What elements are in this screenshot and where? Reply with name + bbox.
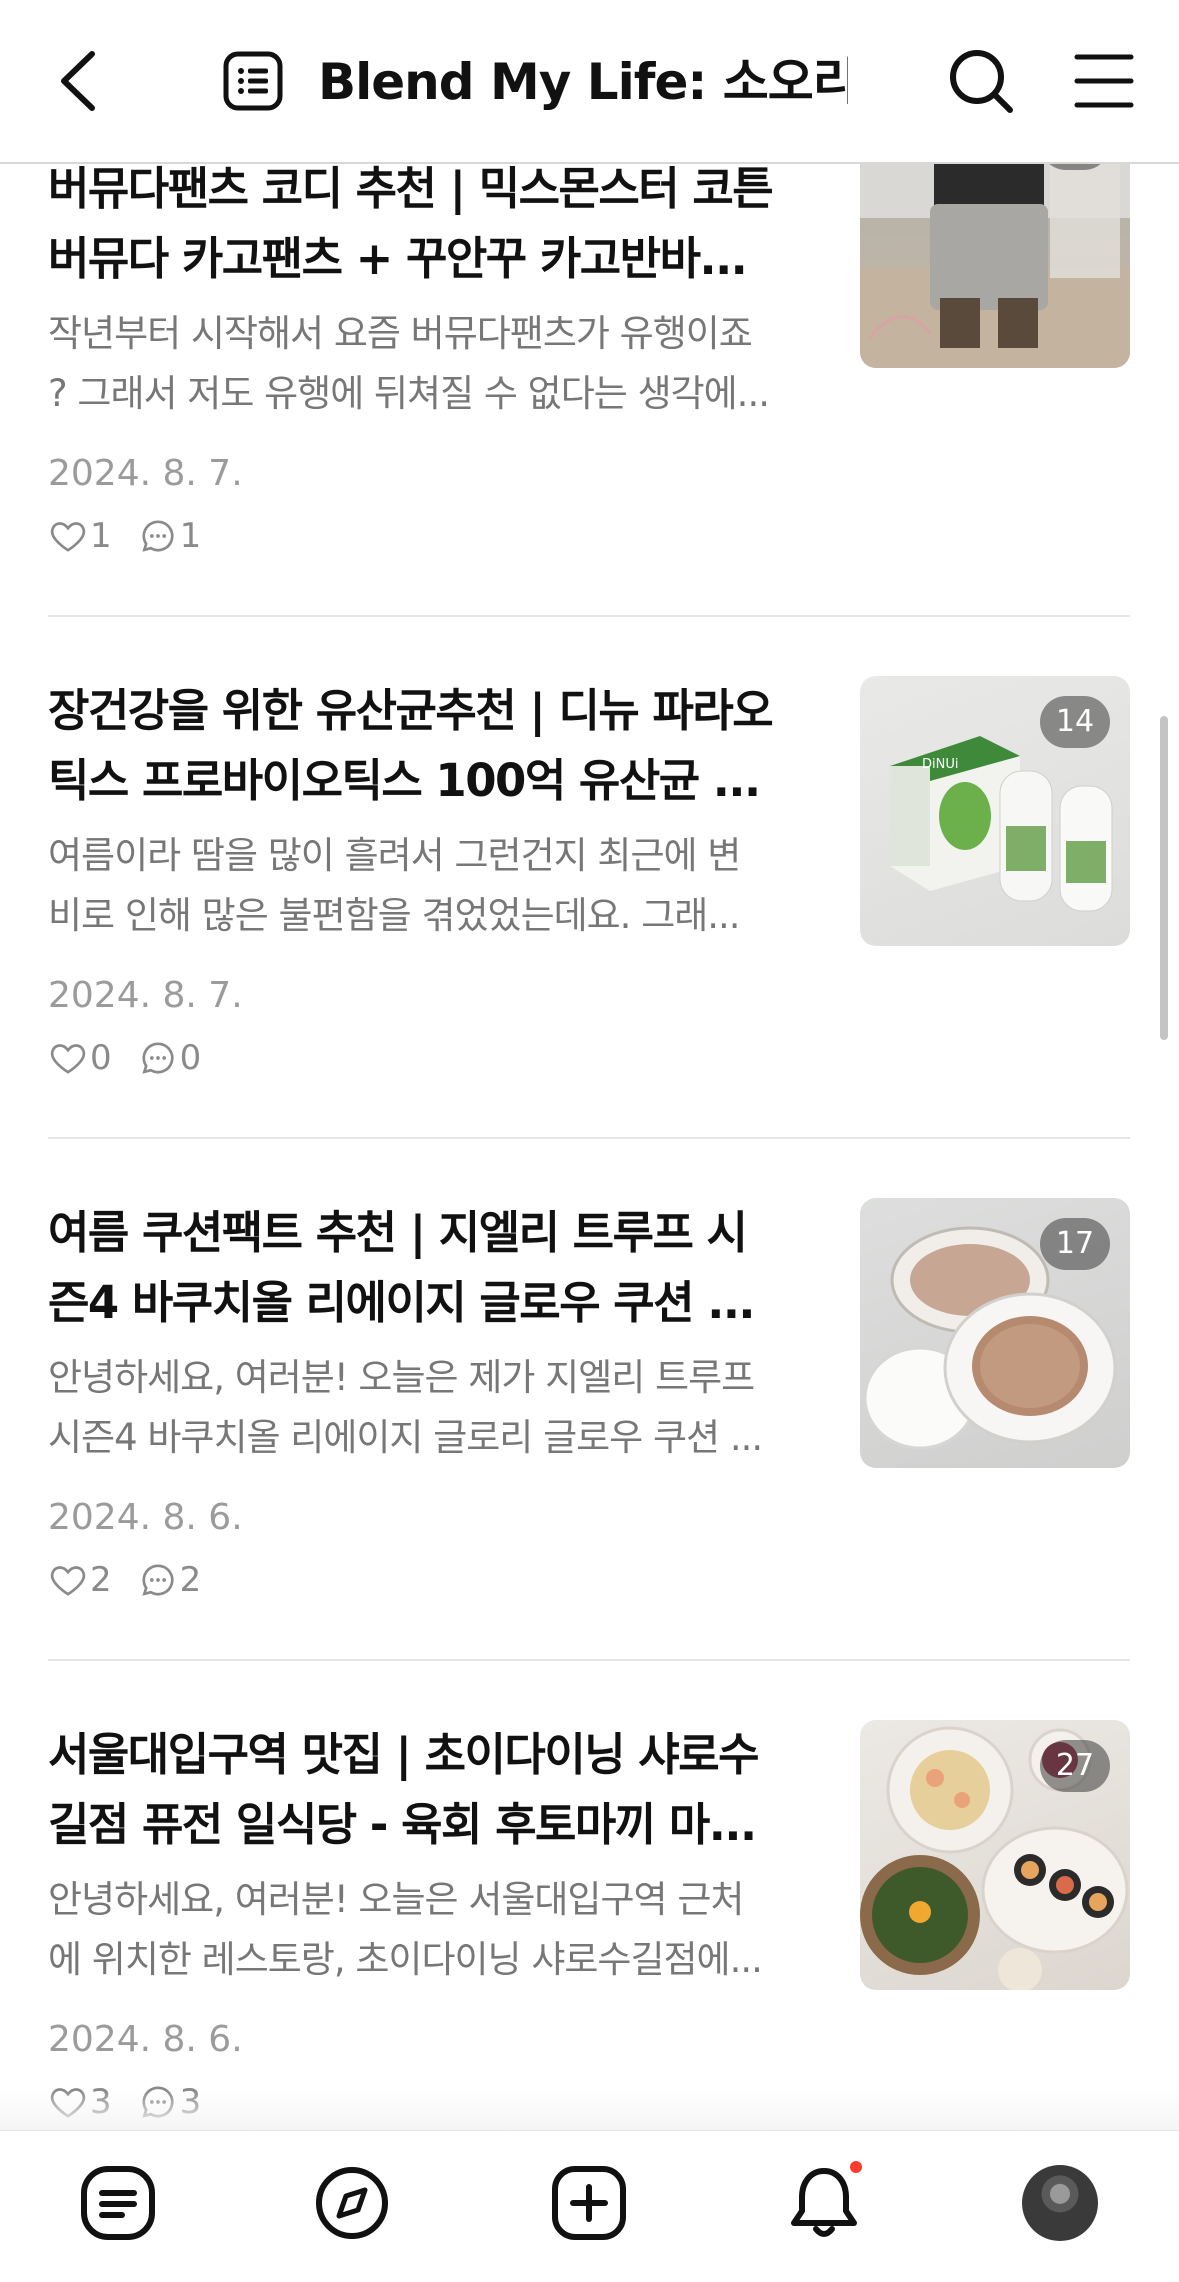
post-title-line: 버뮤다팬츠 코디 추천 | 믹스몬스터 코튼 bbox=[48, 162, 774, 215]
hamburger-menu-icon bbox=[1074, 54, 1134, 108]
post-title[interactable]: 버뮤다팬츠 코디 추천 | 믹스몬스터 코튼 버뮤다 카고팬츠 + 꾸안꾸 카고… bbox=[48, 154, 838, 294]
post-excerpt-line: ? 그래서 저도 유행에 뒤쳐질 수 없다는 생각에... bbox=[48, 372, 770, 415]
post-title-line: 버뮤다 카고팬츠 + 꾸안꾸 카고반바... bbox=[48, 232, 748, 285]
post-excerpt: 여름이라 땀을 많이 흘려서 그런건지 최근에 변 비로 인해 많은 불편함을 … bbox=[48, 826, 838, 946]
post-title-line: 틱스 프로바이오틱스 100억 유산균 ... bbox=[48, 754, 761, 807]
posts-icon bbox=[81, 2166, 155, 2240]
heart-icon bbox=[50, 522, 86, 552]
search-button[interactable] bbox=[946, 46, 1016, 116]
post-excerpt: 안녕하세요, 여러분! 오늘은 서울대입구역 근처 에 위치한 레스토랑, 초이… bbox=[48, 1870, 838, 1990]
page-title: Blend My Life: 소오리... bbox=[318, 53, 848, 111]
heart-icon bbox=[50, 1044, 86, 1074]
comment-icon bbox=[142, 520, 174, 552]
post-excerpt-line: 시즌4 바쿠치올 리에이지 글로리 글로우 쿠션 ... bbox=[48, 1416, 763, 1459]
post-excerpt-line: 비로 인해 많은 불편함을 겪었었는데요. 그래... bbox=[48, 894, 741, 937]
photo-count-badge: 27 bbox=[1040, 1740, 1110, 1792]
post-title-line: 장건강을 위한 유산균추천 | 디뉴 파라오 bbox=[48, 684, 774, 737]
post-excerpt: 안녕하세요, 여러분! 오늘은 제가 지엘리 트루프 시즌4 바쿠치올 리에이지… bbox=[48, 1348, 838, 1468]
menu-button[interactable] bbox=[1074, 52, 1134, 110]
back-button[interactable] bbox=[52, 46, 108, 116]
comment-icon bbox=[142, 1564, 174, 1596]
post-excerpt-line: 작년부터 시작해서 요즘 버뮤다팬츠가 유행이죠 bbox=[48, 312, 753, 355]
post-title[interactable]: 서울대입구역 맛집 | 초이다이닝 샤로수 길점 퓨전 일식당 - 육회 후토마… bbox=[48, 1720, 838, 1860]
post-thumbnail[interactable]: 27 bbox=[860, 1720, 1130, 1990]
like-count: 1 bbox=[90, 516, 112, 556]
post-thumbnail[interactable]: 17 bbox=[860, 1198, 1130, 1468]
post-title-line: 길점 퓨전 일식당 - 육회 후토마끼 마... bbox=[48, 1798, 757, 1851]
comment-icon bbox=[142, 1042, 174, 1074]
post-item[interactable]: 버뮤다팬츠 코디 추천 | 믹스몬스터 코튼 버뮤다 카고팬츠 + 꾸안꾸 카고… bbox=[48, 98, 1130, 574]
post-excerpt-line: 안녕하세요, 여러분! 오늘은 제가 지엘리 트루프 bbox=[48, 1356, 755, 1399]
post-feed[interactable]: 버뮤다팬츠 코디 추천 | 믹스몬스터 코튼 버뮤다 카고팬츠 + 꾸안꾸 카고… bbox=[0, 0, 1179, 2140]
post-stats: 1 1 bbox=[48, 514, 227, 558]
top-app-bar: Blend My Life: 소오리... bbox=[0, 0, 1179, 164]
document-list-icon bbox=[223, 51, 283, 111]
post-excerpt: 작년부터 시작해서 요즘 버뮤다팬츠가 유행이죠 ? 그래서 저도 유행에 뒤쳐… bbox=[48, 304, 838, 424]
nav-notifications-button[interactable] bbox=[784, 2161, 864, 2243]
post-stats: 0 0 bbox=[48, 1036, 227, 1080]
scrollbar[interactable] bbox=[1160, 716, 1168, 1040]
post-date: 2024. 8. 6. bbox=[48, 1497, 243, 1538]
comment-button[interactable]: 0 bbox=[138, 1038, 202, 1078]
feed-fade bbox=[0, 2090, 1179, 2130]
blog-list-icon[interactable] bbox=[222, 50, 284, 112]
post-item[interactable]: 장건강을 위한 유산균추천 | 디뉴 파라오 틱스 프로바이오틱스 100억 유… bbox=[48, 676, 1130, 1096]
post-title[interactable]: 장건강을 위한 유산균추천 | 디뉴 파라오 틱스 프로바이오틱스 100억 유… bbox=[48, 676, 838, 816]
add-icon bbox=[552, 2166, 626, 2240]
bell-icon bbox=[791, 2168, 857, 2237]
like-count: 0 bbox=[90, 1038, 112, 1078]
divider bbox=[48, 1659, 1130, 1661]
post-excerpt-line: 에 위치한 레스토랑, 초이다이닝 샤로수길점에... bbox=[48, 1938, 763, 1981]
like-button[interactable]: 1 bbox=[48, 516, 112, 556]
search-icon bbox=[950, 50, 1013, 113]
nav-posts-button[interactable] bbox=[78, 2163, 158, 2243]
post-title[interactable]: 여름 쿠션팩트 추천 | 지엘리 트루프 시 즌4 바쿠치올 리에이지 글로우 … bbox=[48, 1198, 838, 1338]
post-title-line: 여름 쿠션팩트 추천 | 지엘리 트루프 시 bbox=[48, 1206, 748, 1259]
photo-count-badge: 14 bbox=[1040, 696, 1110, 748]
post-date: 2024. 8. 7. bbox=[48, 975, 243, 1016]
post-item[interactable]: 여름 쿠션팩트 추천 | 지엘리 트루프 시 즌4 바쿠치올 리에이지 글로우 … bbox=[48, 1198, 1130, 1618]
nav-profile-avatar[interactable] bbox=[1022, 2165, 1098, 2241]
comment-count: 0 bbox=[179, 1038, 202, 1078]
post-title-line: 서울대입구역 맛집 | 초이다이닝 샤로수 bbox=[48, 1728, 760, 1781]
comment-count: 2 bbox=[179, 1560, 202, 1600]
like-button[interactable]: 0 bbox=[48, 1038, 112, 1078]
photo-count-badge: 17 bbox=[1040, 1218, 1110, 1270]
comment-button[interactable]: 1 bbox=[138, 516, 202, 556]
comment-button[interactable]: 2 bbox=[138, 1560, 202, 1600]
like-count: 2 bbox=[90, 1560, 112, 1600]
heart-icon bbox=[50, 1566, 86, 1596]
compass-icon bbox=[316, 2167, 388, 2239]
nav-write-button[interactable] bbox=[549, 2163, 629, 2243]
divider bbox=[48, 615, 1130, 617]
bottom-navigation bbox=[0, 2130, 1179, 2282]
like-button[interactable]: 2 bbox=[48, 1560, 112, 1600]
post-date: 2024. 8. 6. bbox=[48, 2019, 243, 2060]
chevron-left-icon bbox=[61, 51, 95, 111]
product-box-label: DiNUi bbox=[922, 757, 958, 772]
post-excerpt-line: 안녕하세요, 여러분! 오늘은 서울대입구역 근처 bbox=[48, 1878, 744, 1921]
divider bbox=[48, 1137, 1130, 1139]
post-date: 2024. 8. 7. bbox=[48, 453, 243, 494]
nav-discover-button[interactable] bbox=[312, 2163, 392, 2243]
post-thumbnail[interactable]: DiNUi 14 bbox=[860, 676, 1130, 946]
notification-dot bbox=[850, 2161, 862, 2173]
post-stats: 2 2 bbox=[48, 1558, 227, 1602]
post-excerpt-line: 여름이라 땀을 많이 흘려서 그런건지 최근에 변 bbox=[48, 834, 741, 877]
post-title-line: 즌4 바쿠치올 리에이지 글로우 쿠션 ... bbox=[48, 1276, 756, 1329]
comment-count: 1 bbox=[179, 516, 202, 556]
post-item[interactable]: 서울대입구역 맛집 | 초이다이닝 샤로수 길점 퓨전 일식당 - 육회 후토마… bbox=[48, 1720, 1130, 2140]
